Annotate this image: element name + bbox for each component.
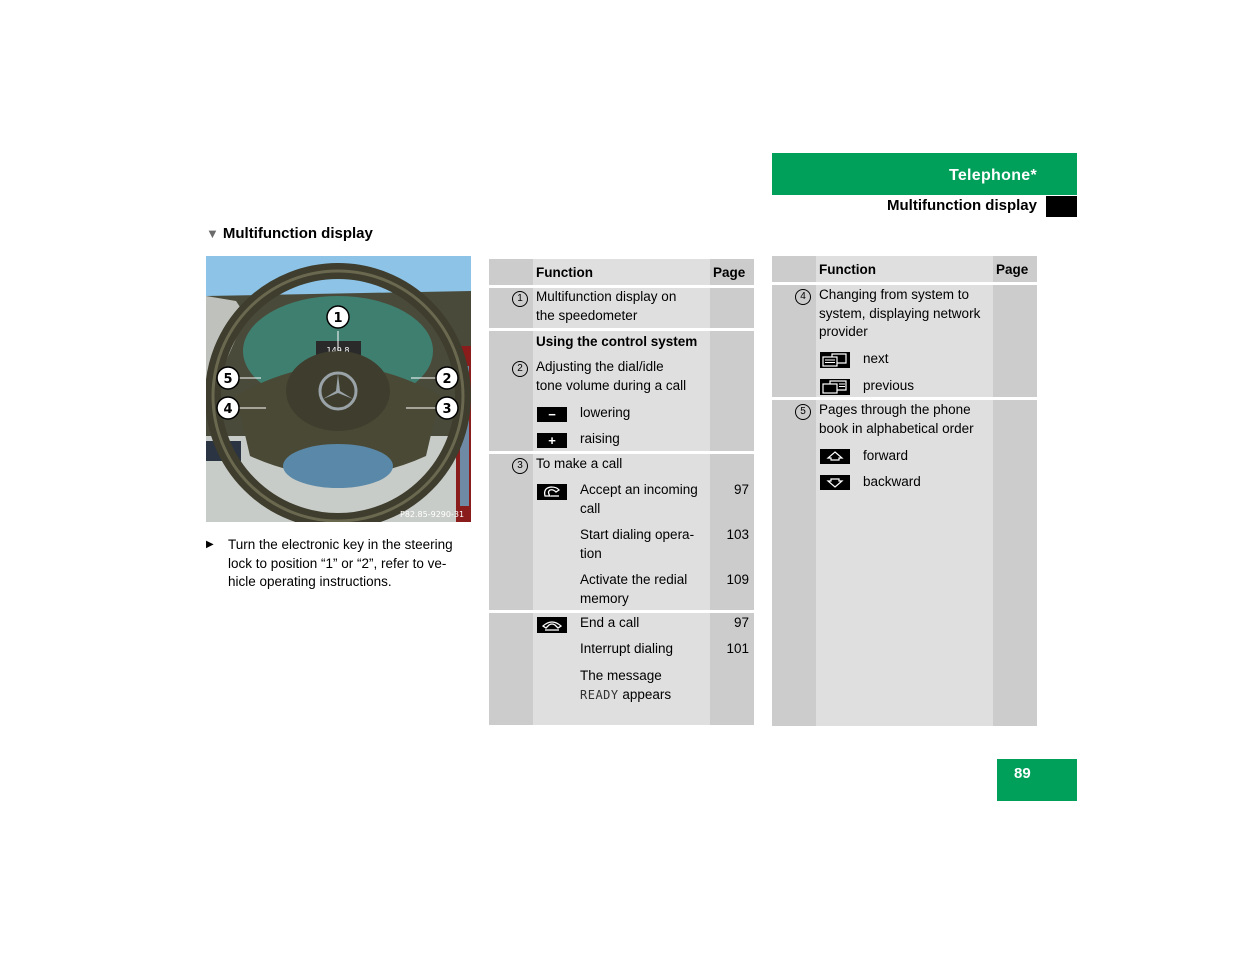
triangle-down-icon: ▼: [206, 226, 219, 241]
row-text: Pages through the phone book in alphabet…: [819, 402, 974, 436]
steering-wheel-illustration: 149.8 1 2 3 5 4 P82.85-9290-31: [206, 256, 471, 522]
down-arrow-key-icon: [820, 475, 850, 490]
key-label: previous: [863, 378, 915, 393]
control-system-heading: Using the control system: [536, 334, 698, 349]
section-title-text: Multifunction display: [222, 225, 373, 242]
row-text: Adjusting the dial/idle tone volume duri…: [536, 359, 687, 393]
chapter-title: Telephone*: [948, 167, 1037, 184]
section-header: Multifunction display: [887, 197, 1037, 214]
bullet-arrow-icon: ▶: [206, 539, 214, 550]
header-page: Page: [996, 262, 1029, 277]
function-text: Activate the redial memory: [580, 572, 688, 606]
svg-text:3: 3: [442, 402, 451, 417]
key-label: forward: [863, 448, 909, 463]
instruction-bullet: ▶ Turn the electronic key in the steerin…: [206, 536, 471, 592]
table-row-2: Using the control system 2 Adjusting the…: [489, 331, 754, 451]
header-page: Page: [713, 265, 746, 280]
svg-text:5: 5: [223, 372, 232, 387]
callout-2: 2: [435, 366, 459, 390]
plus-key-icon: +: [537, 433, 567, 448]
key-label: next: [863, 351, 889, 366]
svg-text:1: 1: [333, 311, 342, 326]
previous-screen-key-icon: [820, 379, 850, 395]
callout-5: 5: [216, 366, 240, 390]
page-ref[interactable]: 109: [726, 571, 749, 590]
key-label: backward: [863, 474, 921, 489]
table-row-5: 5 Pages through the phone book in alphab…: [772, 400, 1037, 726]
instruction-line: Turn the electronic key in the steering: [228, 537, 453, 552]
illustration-code: P82.85-9290-31: [400, 510, 464, 519]
row-text: Changing from system to system, displayi…: [819, 287, 981, 339]
page-ref[interactable]: 101: [726, 640, 749, 659]
callout-number: 3: [512, 458, 528, 474]
section-title: ▼ Multifunction display: [206, 225, 373, 242]
table-row-4: 4 Changing from system to system, displa…: [772, 285, 1037, 397]
page-number-box: 89: [997, 759, 1077, 801]
key-label: lowering: [580, 405, 631, 420]
callout-number: 5: [795, 404, 811, 420]
instruction-line: lock to position “1” or “2”, refer to ve…: [228, 555, 447, 571]
table-header: Function Page: [772, 256, 1037, 282]
function-table-right: Function Page 4 Changing from system to …: [772, 256, 1037, 726]
table-row-3: 3 To make a call Accept an incoming call…: [489, 454, 754, 610]
function-text: Start dialing opera- tion: [580, 527, 695, 561]
table-row-3-end: End a call 97 Interrupt dialing 101 The …: [489, 613, 754, 725]
function-text: End a call: [580, 615, 640, 630]
callout-number: 2: [512, 361, 528, 377]
key-label: raising: [580, 431, 620, 446]
callout-1: 1: [326, 305, 350, 329]
function-text: Accept an incoming call: [580, 482, 698, 516]
header-function: Function: [536, 265, 593, 280]
row-text: Multifunction display on the speedometer: [536, 289, 677, 323]
page-ref[interactable]: 103: [726, 526, 749, 545]
function-table-left: Function Page 1 Multifunction display on…: [489, 259, 754, 728]
page-ref[interactable]: 97: [734, 481, 749, 500]
function-text: The message READY appears: [580, 668, 672, 702]
page-ref[interactable]: 97: [734, 614, 749, 633]
header-function: Function: [819, 262, 876, 277]
row-text: To make a call: [536, 456, 623, 471]
table-row-1: 1 Multifunction display on the speedomet…: [489, 288, 754, 328]
minus-key-icon: −: [537, 407, 567, 422]
display-message: READY: [580, 687, 619, 702]
header-marker: [1046, 196, 1077, 217]
function-text: Interrupt dialing: [580, 641, 674, 656]
phone-pickup-key-icon: [537, 484, 567, 500]
chapter-banner: Telephone*: [772, 153, 1077, 195]
phone-hangup-key-icon: [537, 617, 567, 633]
table-header: Function Page: [489, 259, 754, 285]
svg-text:2: 2: [442, 372, 451, 387]
callout-3: 3: [435, 396, 459, 420]
svg-text:4: 4: [223, 402, 232, 417]
callout-number: 1: [512, 291, 528, 307]
next-screen-key-icon: [820, 352, 850, 368]
callout-number: 4: [795, 289, 811, 305]
instruction-line: hicle operating instructions.: [228, 574, 392, 589]
up-arrow-key-icon: [820, 449, 850, 464]
callout-4: 4: [216, 396, 240, 420]
page-number: 89: [1014, 765, 1031, 782]
